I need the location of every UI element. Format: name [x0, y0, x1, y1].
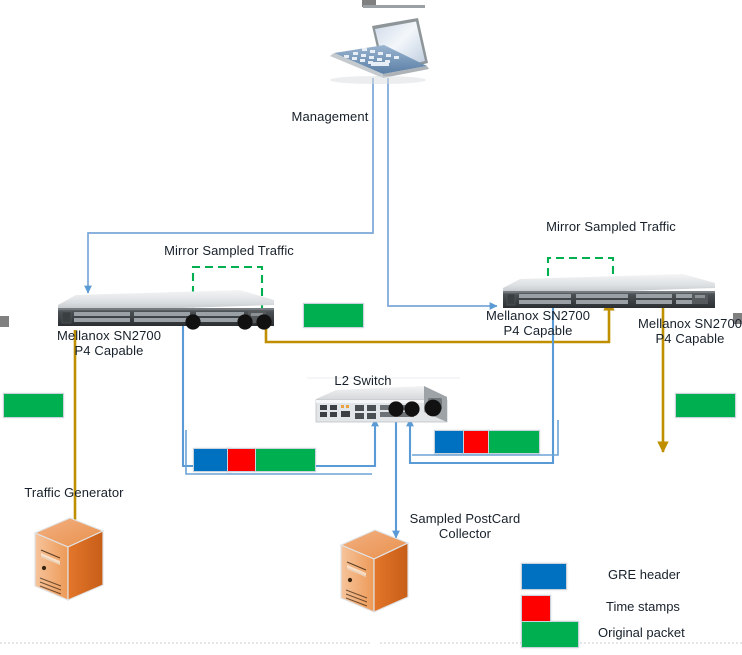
label-management: Management [291, 109, 369, 124]
legend-label-gre: GRE header [608, 567, 681, 582]
packet-right-timestamps [463, 430, 489, 454]
label-mellanox-switch-right-secondary: Mellanox SN2700 P4 Capable [638, 316, 742, 346]
label-mirror-sampled-traffic-left: Mirror Sampled Traffic [164, 243, 294, 258]
mellanox-switch-left [58, 290, 274, 330]
packet-original-right [675, 393, 736, 418]
l2-switch-port-2 [404, 401, 420, 417]
packet-right-original [488, 430, 540, 454]
packet-original-mid [303, 303, 364, 328]
legend-swatch-original [521, 621, 579, 648]
network-diagram-canvas: Management Mirror Sampled Traffic Mirror… [0, 0, 742, 655]
label-sampled-postcard-collector: Sampled PostCard Collector [409, 511, 521, 541]
packet-right-gre [434, 430, 465, 454]
packet-left-timestamps [227, 448, 256, 472]
label-traffic-generator: Traffic Generator [24, 485, 124, 500]
switch-left-port-1 [185, 314, 201, 330]
label-mellanox-switch-right: Mellanox SN2700 P4 Capable [485, 308, 591, 338]
label-l2-switch: L2 Switch [334, 373, 392, 388]
switch-left-port-3 [256, 314, 272, 330]
legend-label-original: Original packet [598, 625, 685, 640]
link-management-right [387, 78, 498, 310]
legend-swatch-timestamps [521, 595, 551, 622]
label-mellanox-switch-left: Mellanox SN2700 P4 Capable [56, 328, 162, 358]
postcard-collector-server [339, 529, 410, 613]
label-mirror-sampled-traffic-right: Mirror Sampled Traffic [546, 219, 676, 234]
l2-switch-port-3 [424, 399, 442, 417]
legend-label-timestamps: Time stamps [606, 599, 680, 614]
packet-original-left-edge [3, 393, 64, 418]
switch-left-port-2 [237, 314, 253, 330]
l2-switch [315, 386, 448, 423]
l2-switch-port-1 [388, 401, 404, 417]
legend-swatch-gre [521, 563, 567, 590]
management-laptop [330, 5, 429, 84]
packet-left-original [255, 448, 316, 472]
traffic-generator-server [33, 517, 105, 601]
mellanox-switch-right [503, 274, 715, 308]
